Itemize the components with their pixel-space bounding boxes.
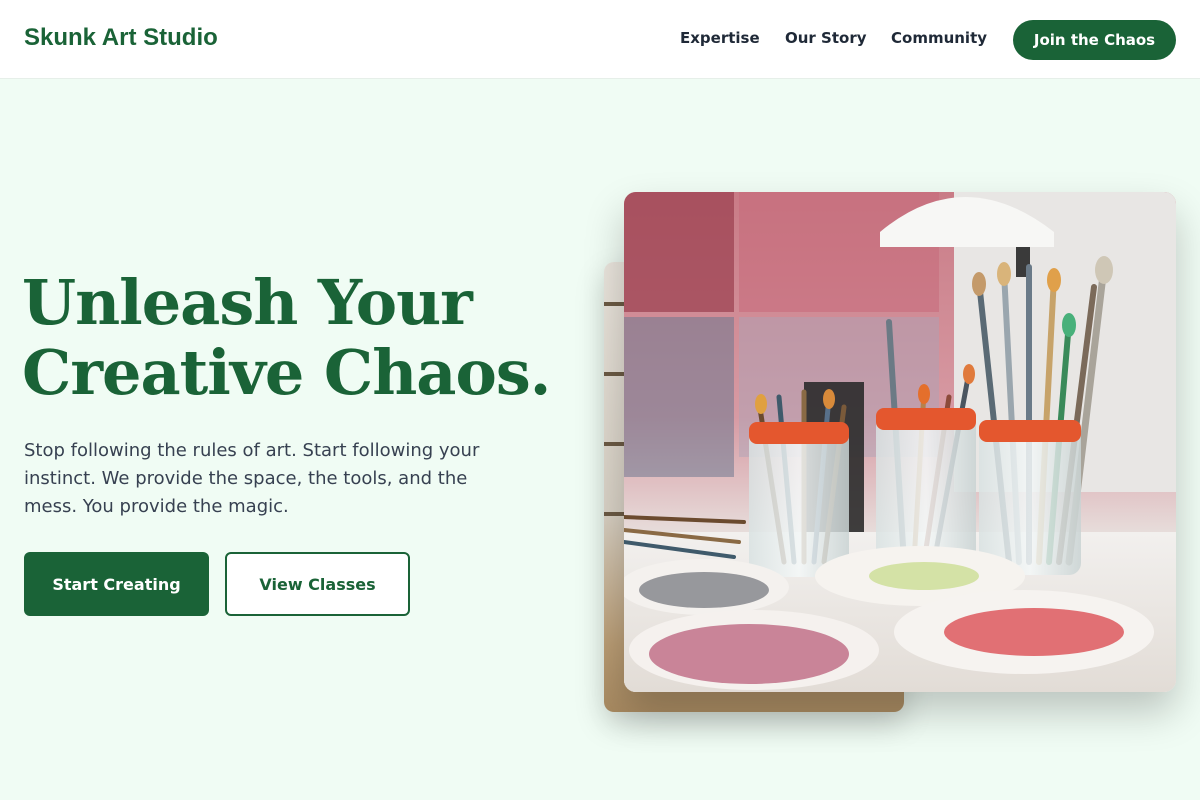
nav-link-expertise[interactable]: Expertise	[680, 29, 760, 47]
site-header: Skunk Art Studio Expertise Our Story Com…	[0, 0, 1200, 79]
hero-title-line-2: Creative Chaos.	[22, 336, 551, 409]
nav-link-community[interactable]: Community	[891, 29, 987, 47]
paint-brushes-image	[624, 192, 1176, 692]
hero-subtitle: Stop following the rules of art. Start f…	[24, 440, 480, 517]
start-creating-button[interactable]: Start Creating	[24, 552, 209, 616]
hero-title: Unleash Your Creative Chaos.	[22, 268, 582, 408]
nav-link-our-story[interactable]: Our Story	[785, 29, 867, 47]
brand-logo[interactable]: Skunk Art Studio	[24, 24, 218, 52]
hero-title-line-1: Unleash Your	[22, 266, 473, 339]
join-button[interactable]: Join the Chaos	[1013, 20, 1176, 60]
view-classes-button[interactable]: View Classes	[225, 552, 410, 616]
